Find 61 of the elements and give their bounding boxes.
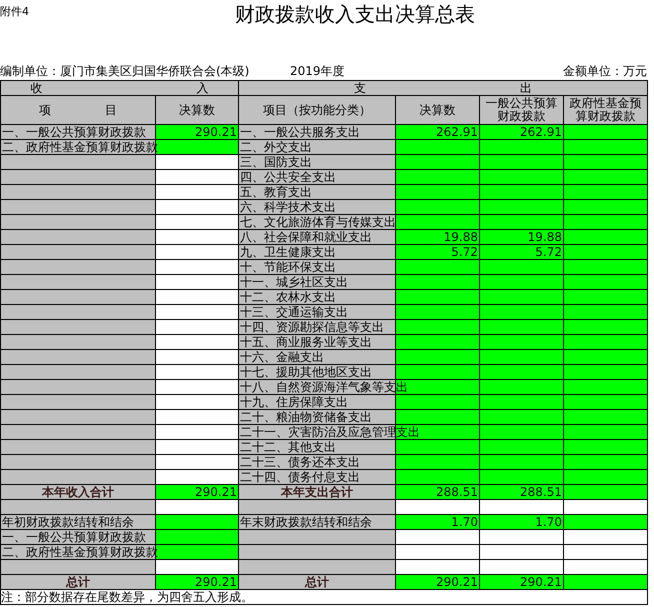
cell-text: 290.21 (519, 576, 563, 588)
cell-text: 5.72 (534, 246, 563, 258)
cell-text: 262.91 (519, 126, 563, 138)
cell-text: 288.51 (435, 486, 479, 498)
cell-text: 1.70 (534, 516, 563, 528)
cell-text: 二、外交支出 (239, 140, 313, 154)
unit-label: 编制单位：厦门市集美区归国华侨联合会(本级) (0, 63, 250, 80)
cell-text: 三、国防支出 (239, 156, 313, 168)
cell-text: 十八、自然资源海洋气象等支出 (239, 380, 409, 394)
cell-text: 290.21 (194, 576, 238, 588)
cell-text: 19.88 (526, 230, 563, 244)
cell-text: 1.70 (450, 516, 479, 528)
cell-text: 十九、住房保障支出 (239, 396, 349, 408)
section-header: 支 出 (239, 81, 648, 96)
column-header: 政府性基金预算财政拨款 (564, 96, 648, 125)
section-header: 收 入 (1, 81, 239, 96)
cell-text: 四、公共安全支出 (239, 170, 337, 184)
cell-text: 十、节能环保支出 (239, 260, 337, 274)
column-header: 决算数 (396, 96, 480, 125)
column-header: 一般公共预算财政拨款 (480, 96, 564, 125)
cell-text: 二十、粮油物资储备支出 (239, 410, 373, 424)
cell-text: 十七、援助其他地区支出 (239, 366, 373, 378)
cell-text: 十一、城乡社区支出 (239, 276, 349, 288)
year-label: 2019年度 (290, 63, 346, 80)
cell-text: 总计 (304, 576, 330, 588)
cell-text: 290.21 (194, 126, 238, 138)
cell-text: 290.21 (435, 576, 479, 588)
column-header: 项 目 (1, 96, 156, 125)
currency-label: 金额单位：万元 (563, 63, 647, 80)
cell-text: 总计 (65, 576, 91, 588)
cell-text: 八、社会保障和就业支出 (239, 230, 373, 244)
cell-text: 262.91 (435, 126, 479, 138)
cell-text: 一、一般公共服务支出 (239, 126, 361, 138)
cell-text: 5.72 (450, 246, 479, 258)
cell-text: 十四、资源勘探信息等支出 (239, 320, 385, 334)
cell-text: 一、一般公共预算财政拨款 (1, 126, 147, 138)
cell-text: 年末财政拨款结转和结余 (239, 516, 373, 528)
cell-text: 十三、交通运输支出 (239, 306, 349, 318)
cell-text: 本年支出合计 (280, 486, 354, 498)
attachment-label: 附件4 (0, 4, 30, 19)
cell-text: 十二、农林水支出 (239, 290, 337, 304)
column-header: 项目（按功能分类） (239, 96, 396, 125)
cell-text: 二十三、债务还本支出 (239, 456, 361, 468)
cell-text: 七、文化旅游体育与传媒支出 (239, 216, 397, 228)
cell-text: 年初财政拨款结转和结余 (1, 516, 135, 528)
cell-text: 19.88 (442, 230, 479, 244)
column-header: 决算数 (156, 96, 239, 125)
report-title: 财政拨款收入支出决算总表 (235, 2, 475, 26)
cell-text: 六、科学技术支出 (239, 200, 337, 214)
cell-text: 十五、商业服务业等支出 (239, 336, 373, 348)
cell-text: 二十四、债务付息支出 (239, 470, 361, 484)
cell-text: 288.51 (519, 486, 563, 498)
cell-text: 十六、金融支出 (239, 350, 325, 364)
cell-text: 290.21 (194, 486, 238, 498)
cell-text: 本年收入合计 (41, 486, 115, 498)
cell-text: 二十二、其他支出 (239, 440, 337, 454)
cell-text: 五、教育支出 (239, 186, 313, 198)
cell-text: 二十一、灾害防治及应急管理支出 (239, 426, 421, 438)
cell-text: 一、一般公共预算财政拨款 (1, 530, 147, 544)
footnote: 注：部分数据存在尾数差异，为四舍五入形成。 (1, 590, 648, 605)
cell-text: 九、卫生健康支出 (239, 246, 337, 258)
